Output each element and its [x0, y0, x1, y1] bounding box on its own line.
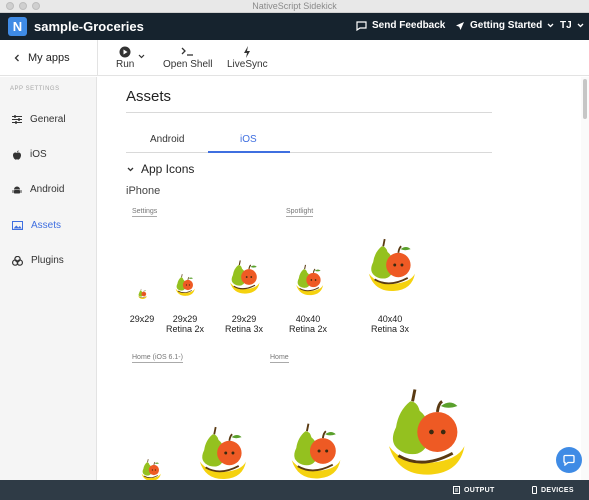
toolbar: My apps Run Open Shell LiveSync — [0, 40, 589, 76]
output-label: OUTPUT — [464, 486, 495, 494]
app-icon-image[interactable] — [169, 270, 199, 300]
send-feedback-button[interactable]: Send Feedback — [356, 20, 445, 31]
app-name: sample-Groceries — [34, 19, 144, 34]
getting-started-button[interactable]: Getting Started — [455, 20, 554, 31]
icon-size-label: 29x29 Retina 2x — [160, 314, 210, 334]
user-initials: TJ — [560, 20, 572, 31]
page-title: Assets — [126, 88, 172, 105]
livesync-button[interactable]: LiveSync — [227, 45, 268, 70]
image-icon — [12, 221, 23, 230]
icon-size-label: 40x40 Retina 3x — [364, 314, 416, 334]
icon-scale: Retina 2x — [165, 324, 205, 334]
sidebar-item-ios[interactable]: iOS — [12, 149, 47, 160]
chevron-down-icon — [577, 23, 584, 28]
sidebar-item-label: iOS — [30, 149, 47, 160]
apple-icon — [13, 149, 21, 160]
icon-size-label: 40x40 Retina 2x — [283, 314, 333, 334]
tab-android[interactable]: Android — [150, 134, 184, 145]
sidebar-item-label: Assets — [31, 220, 62, 231]
assets-panel: Assets Android iOS App Icons iPhone Sett… — [98, 77, 581, 480]
group-label-spotlight: Spotlight — [286, 208, 314, 217]
sliders-icon — [12, 115, 22, 124]
app-icons-section-toggle[interactable]: App Icons — [127, 162, 194, 176]
section-title: App Icons — [141, 162, 195, 176]
icon-size: 40x40 — [295, 314, 321, 324]
open-shell-label: Open Shell — [163, 59, 213, 70]
chat-bubble-icon — [563, 454, 575, 466]
sidebar-heading: APP SETTINGS — [10, 86, 60, 92]
chevron-down-icon[interactable] — [138, 54, 145, 59]
document-icon — [453, 486, 460, 494]
sidebar-item-label: General — [30, 114, 66, 125]
lightning-icon — [244, 46, 251, 58]
app-icon-image[interactable] — [363, 373, 481, 480]
chevron-down-icon — [127, 167, 134, 171]
window-title: NativeScript Sidekick — [252, 1, 337, 11]
app-icon-image[interactable] — [135, 455, 165, 480]
title-divider — [126, 112, 492, 113]
icon-size: 29x29 — [231, 314, 257, 324]
icon-size: 40x40 — [377, 314, 403, 324]
icon-size-label: 29x29 Retina 3x — [218, 314, 270, 334]
window-title-bar: NativeScript Sidekick — [0, 0, 589, 13]
my-apps-link[interactable]: My apps — [14, 52, 70, 64]
play-circle-icon — [119, 46, 131, 58]
active-tab-indicator — [208, 151, 290, 153]
run-button[interactable]: Run — [116, 45, 145, 70]
group-label-home: Home — [270, 354, 289, 363]
send-feedback-label: Send Feedback — [372, 20, 446, 31]
user-menu-button[interactable]: TJ — [560, 20, 584, 31]
app-icon-image[interactable] — [220, 254, 266, 300]
chat-support-button[interactable] — [556, 447, 582, 473]
vertical-scrollbar[interactable] — [581, 77, 589, 480]
plugins-icon — [12, 255, 23, 266]
platform-tabs: Android iOS — [126, 132, 492, 153]
chevron-left-icon — [14, 54, 19, 62]
tab-ios[interactable]: iOS — [240, 134, 257, 145]
devices-button[interactable]: DEVICES — [532, 486, 574, 494]
sidebar-item-plugins[interactable]: Plugins — [12, 255, 64, 266]
app-icon-image[interactable] — [353, 229, 425, 301]
nativescript-logo: N — [8, 17, 27, 36]
icon-scale: Retina 3x — [224, 324, 264, 334]
icon-size: 29x29 — [129, 314, 155, 324]
iphone-subheading: iPhone — [126, 185, 161, 197]
sidebar-item-general[interactable]: General — [12, 114, 66, 125]
icon-scale: Retina 3x — [370, 324, 410, 334]
scrollbar-thumb[interactable] — [583, 79, 587, 119]
chevron-down-icon — [547, 23, 554, 28]
sidebar-item-assets[interactable]: Assets — [12, 220, 61, 231]
chat-bubble-icon — [356, 20, 367, 31]
group-label-settings: Settings — [132, 208, 158, 217]
run-label: Run — [116, 59, 135, 70]
app-icon-image[interactable] — [135, 287, 149, 301]
app-header: N sample-Groceries Send Feedback Getting… — [0, 13, 589, 40]
icon-size-label: 29x29 — [122, 314, 162, 324]
status-bar: OUTPUT DEVICES — [0, 480, 589, 500]
group-label-home-ios6: Home (iOS 6.1-) — [132, 354, 183, 363]
livesync-label: LiveSync — [227, 59, 268, 70]
open-shell-button[interactable]: Open Shell — [163, 45, 212, 70]
sidebar-item-label: Plugins — [31, 255, 64, 266]
sidebar-item-label: Android — [30, 184, 65, 195]
app-icon-image[interactable] — [184, 417, 256, 480]
devices-label: DEVICES — [541, 486, 574, 494]
toolbar-divider — [97, 40, 98, 76]
android-icon — [12, 186, 22, 193]
app-icon-image[interactable] — [275, 413, 351, 480]
phone-icon — [532, 486, 537, 494]
icon-size: 29x29 — [172, 314, 198, 324]
icon-scale: Retina 2x — [288, 324, 328, 334]
sidebar-item-android[interactable]: Android — [12, 184, 64, 195]
app-icon-image[interactable] — [287, 259, 329, 301]
output-button[interactable]: OUTPUT — [453, 486, 495, 494]
settings-sidebar: APP SETTINGS General iOS Android Assets … — [0, 77, 97, 480]
getting-started-label: Getting Started — [470, 20, 543, 31]
my-apps-label: My apps — [28, 52, 70, 64]
terminal-icon — [181, 47, 194, 56]
rocket-icon — [456, 21, 464, 30]
